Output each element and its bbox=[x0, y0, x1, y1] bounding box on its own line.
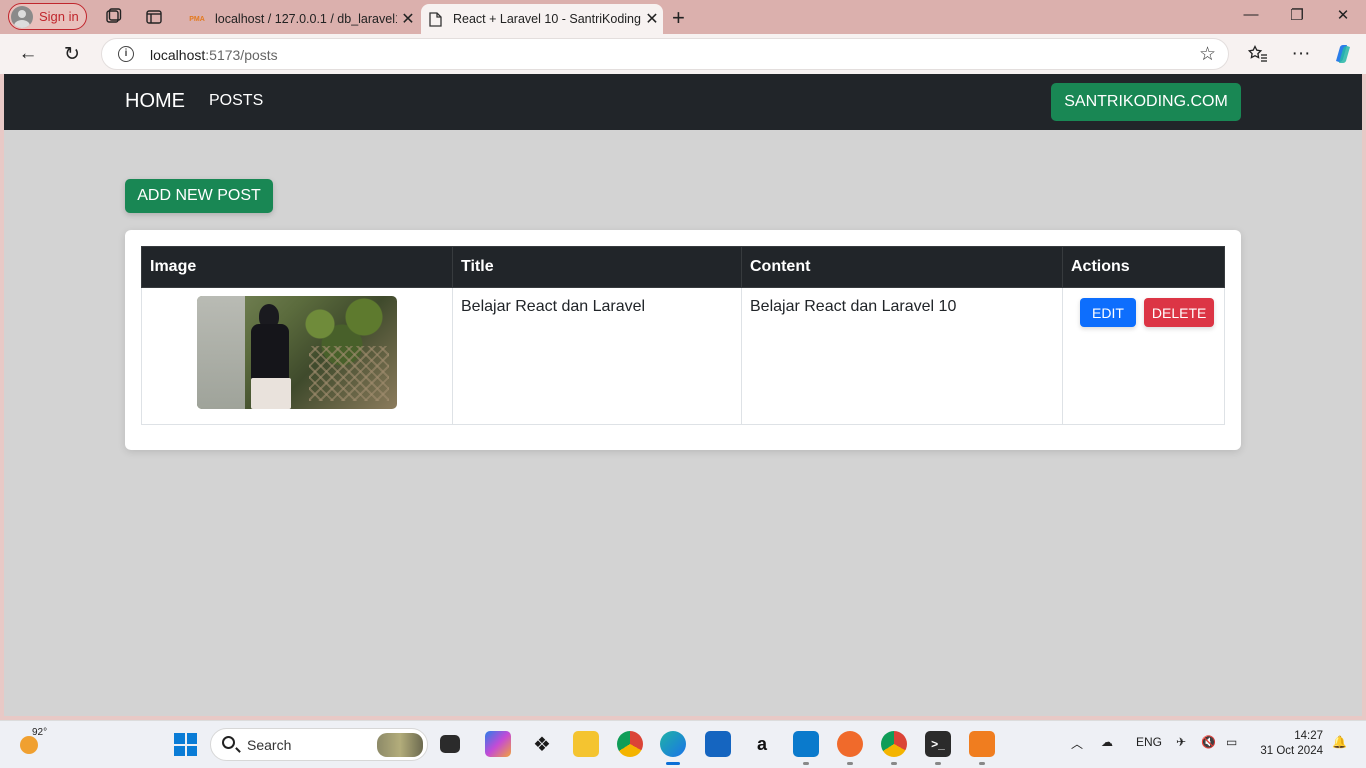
copilot-app-icon[interactable] bbox=[485, 731, 511, 757]
column-header-content: Content bbox=[741, 246, 1063, 288]
copilot-icon[interactable] bbox=[1332, 43, 1354, 65]
table-header-row: Image Title Content Actions bbox=[141, 246, 1225, 288]
image-cell bbox=[141, 287, 453, 425]
content-cell: Belajar React dan Laravel 10 bbox=[741, 287, 1063, 425]
nav-posts-link[interactable]: POSTS bbox=[209, 92, 263, 110]
network-icon[interactable]: ✈ bbox=[1176, 735, 1186, 749]
edge-icon[interactable] bbox=[660, 731, 686, 765]
show-hidden-icons-icon[interactable]: ︿ bbox=[1071, 735, 1083, 752]
notifications-icon[interactable]: 🔔 bbox=[1332, 735, 1347, 749]
actions-cell: EDIT DELETE bbox=[1062, 287, 1225, 425]
task-view-icon[interactable] bbox=[440, 735, 460, 753]
weather-sun-icon bbox=[20, 736, 38, 754]
post-image bbox=[197, 296, 397, 409]
column-header-title: Title bbox=[452, 246, 742, 288]
file-explorer-icon[interactable] bbox=[573, 731, 599, 757]
minimize-icon[interactable]: — bbox=[1236, 6, 1266, 23]
back-arrow-icon[interactable]: ← bbox=[17, 43, 39, 65]
top-navbar: HOME POSTS SANTRIKODING.COM bbox=[4, 74, 1362, 130]
close-tab-icon[interactable]: ✕ bbox=[641, 9, 663, 29]
santrikoding-button[interactable]: SANTRIKODING.COM bbox=[1051, 83, 1241, 121]
search-icon bbox=[222, 736, 235, 749]
weather-widget[interactable]: 92° bbox=[18, 727, 48, 756]
url-text: localhost:5173/posts bbox=[150, 47, 278, 63]
close-tab-icon[interactable]: ✕ bbox=[397, 9, 419, 29]
tab-title: React + Laravel 10 - SantriKoding bbox=[453, 12, 641, 26]
onedrive-icon[interactable]: ☁ bbox=[1101, 735, 1113, 749]
page-viewport: HOME POSTS SANTRIKODING.COM ADD NEW POST… bbox=[4, 74, 1362, 716]
browser-tab-strip: Sign in PMA localhost / 127.0.0.1 / db_l… bbox=[0, 0, 1366, 34]
nav-home-link[interactable]: HOME bbox=[125, 90, 185, 113]
add-new-post-button[interactable]: ADD NEW POST bbox=[125, 179, 273, 213]
favorites-icon[interactable] bbox=[1247, 43, 1269, 65]
edit-button[interactable]: EDIT bbox=[1080, 298, 1136, 327]
page-favicon-icon bbox=[427, 11, 443, 27]
search-highlight-image bbox=[377, 733, 423, 757]
xampp-icon[interactable] bbox=[969, 731, 995, 765]
favorite-star-icon[interactable]: ☆ bbox=[1199, 43, 1216, 66]
sign-in-button[interactable]: Sign in bbox=[8, 3, 87, 30]
workspaces-icon[interactable] bbox=[103, 7, 123, 27]
chrome-icon[interactable] bbox=[617, 731, 643, 757]
column-header-actions: Actions bbox=[1062, 246, 1225, 288]
restore-icon[interactable]: ❐ bbox=[1282, 6, 1312, 24]
chrome-profile-icon[interactable] bbox=[881, 731, 907, 765]
refresh-icon[interactable]: ↻ bbox=[61, 43, 83, 65]
tab-title: localhost / 127.0.0.1 / db_laravel10 bbox=[215, 12, 397, 26]
language-indicator[interactable]: ENG bbox=[1136, 735, 1162, 749]
more-options-icon[interactable]: ··· bbox=[1290, 43, 1312, 65]
tab-react-laravel[interactable]: React + Laravel 10 - SantriKoding ✕ bbox=[421, 4, 663, 34]
system-clock[interactable]: 14:27 31 Oct 2024 bbox=[1260, 729, 1323, 759]
address-bar[interactable]: i localhost:5173/posts ☆ bbox=[101, 38, 1229, 70]
vertical-tabs-icon[interactable] bbox=[144, 7, 164, 27]
microsoft-store-icon[interactable] bbox=[705, 731, 731, 757]
search-label: Search bbox=[247, 737, 292, 753]
volume-muted-icon[interactable]: 🔇 bbox=[1201, 735, 1216, 749]
postman-icon[interactable] bbox=[837, 731, 863, 765]
sign-in-label: Sign in bbox=[39, 9, 79, 24]
windows-taskbar: 92° Search ❖ a >_ ︿ ☁ ENG ✈ 🔇 ▭ 14:27 31… bbox=[0, 720, 1366, 768]
weather-temperature: 92° bbox=[32, 727, 48, 738]
table-row: Belajar React dan Laravel Belajar React … bbox=[141, 287, 1225, 425]
terminal-icon[interactable]: >_ bbox=[925, 731, 951, 765]
posts-card: Image Title Content Actions Belajar Reac… bbox=[125, 230, 1241, 450]
posts-table: Image Title Content Actions Belajar Reac… bbox=[141, 246, 1225, 425]
profile-avatar-icon bbox=[11, 5, 33, 28]
clock-time: 14:27 bbox=[1294, 730, 1323, 742]
start-button-icon[interactable] bbox=[174, 733, 197, 756]
battery-icon[interactable]: ▭ bbox=[1226, 735, 1237, 749]
dropbox-icon[interactable]: ❖ bbox=[529, 731, 555, 757]
clock-date: 31 Oct 2024 bbox=[1260, 745, 1323, 757]
title-cell: Belajar React dan Laravel bbox=[452, 287, 742, 425]
phpmyadmin-favicon-icon: PMA bbox=[189, 15, 205, 23]
amazon-icon[interactable]: a bbox=[749, 731, 775, 757]
new-tab-button[interactable]: + bbox=[672, 5, 685, 31]
address-bar-row: ← ↻ i localhost:5173/posts ☆ ··· bbox=[0, 34, 1366, 74]
column-header-image: Image bbox=[141, 246, 453, 288]
taskbar-search[interactable]: Search bbox=[210, 728, 428, 761]
vscode-icon[interactable] bbox=[793, 731, 819, 765]
close-window-icon[interactable]: ✕ bbox=[1328, 6, 1358, 24]
delete-button[interactable]: DELETE bbox=[1143, 298, 1215, 327]
site-info-icon[interactable]: i bbox=[118, 46, 134, 62]
tab-phpmyadmin[interactable]: PMA localhost / 127.0.0.1 / db_laravel10… bbox=[183, 4, 419, 34]
